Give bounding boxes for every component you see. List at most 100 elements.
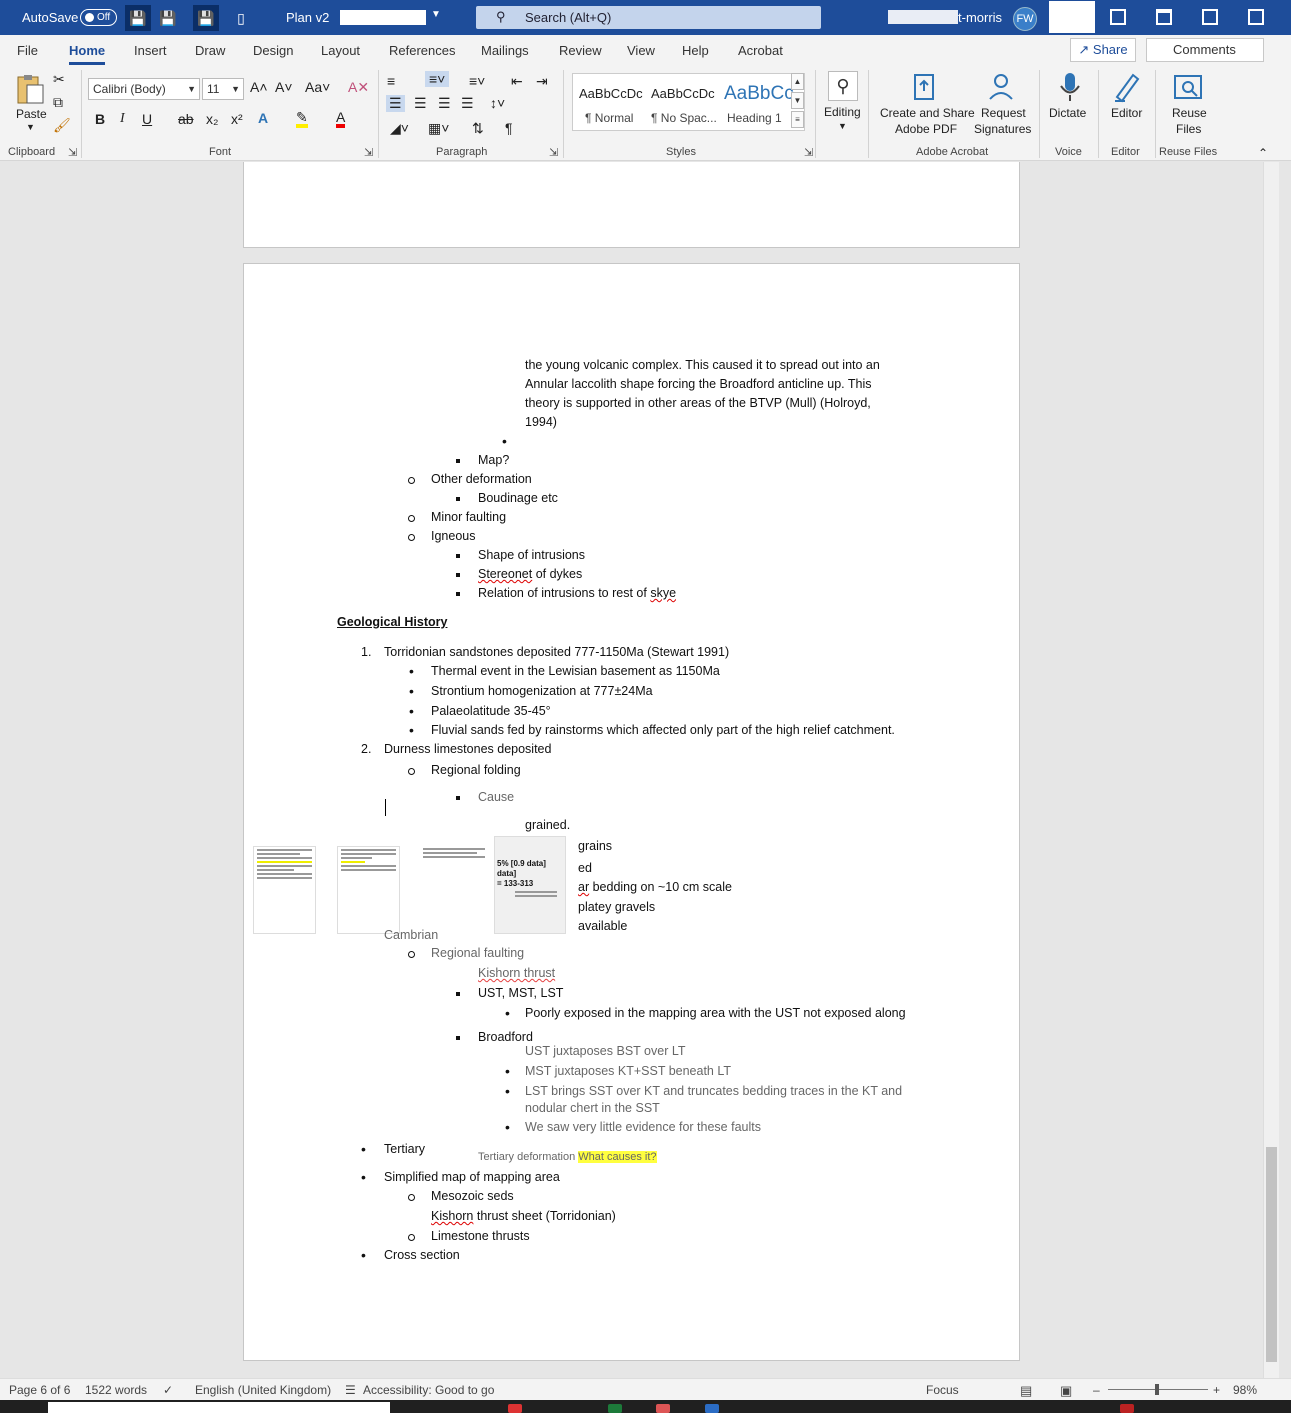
print-layout-icon[interactable]: ▣: [1060, 1383, 1072, 1399]
search-box[interactable]: ⚲ Search (Alt+Q): [476, 6, 821, 29]
tab-layout[interactable]: Layout: [321, 43, 360, 58]
style-heading1-name[interactable]: Heading 1: [727, 111, 782, 125]
line-spacing-icon[interactable]: ↕˅: [490, 95, 505, 111]
multilevel-list-icon[interactable]: ≡˅: [469, 73, 485, 89]
justify-icon[interactable]: ☰: [461, 95, 474, 112]
page-thumbnail[interactable]: [253, 846, 316, 934]
touch-mode-icon[interactable]: ▯: [228, 5, 254, 31]
underline-icon[interactable]: U: [142, 111, 152, 127]
numbering-icon[interactable]: ≡˅: [425, 71, 450, 87]
page-count[interactable]: Page 6 of 6: [9, 1383, 70, 1397]
request-sig-label-2[interactable]: Signatures: [974, 122, 1031, 136]
style-normal-preview[interactable]: AaBbCcDc: [579, 86, 643, 101]
clipboard-launcher-icon[interactable]: ⇲: [68, 146, 77, 159]
comments-button[interactable]: Comments: [1146, 38, 1264, 62]
vertical-scrollbar[interactable]: [1263, 162, 1279, 1378]
styles-scroll-up-icon[interactable]: ▲: [791, 73, 804, 90]
word-count[interactable]: 1522 words: [85, 1383, 147, 1397]
change-case-icon[interactable]: Aa˅: [305, 79, 330, 95]
sort-icon[interactable]: ⇅: [472, 120, 484, 137]
chevron-down-icon[interactable]: ▼: [838, 121, 847, 131]
editor-pen-icon[interactable]: [1111, 71, 1143, 103]
style-normal-name[interactable]: ¶ Normal: [585, 111, 633, 125]
tab-design[interactable]: Design: [253, 43, 293, 58]
decrease-indent-icon[interactable]: ⇤: [511, 73, 523, 90]
tab-mailings[interactable]: Mailings: [481, 43, 529, 58]
format-painter-icon[interactable]: 🖌: [53, 117, 71, 134]
reuse-files-icon[interactable]: [1172, 73, 1204, 105]
read-mode-icon[interactable]: ▤: [1020, 1383, 1032, 1399]
font-launcher-icon[interactable]: ⇲: [364, 146, 373, 159]
reuse-label[interactable]: Reuse: [1172, 106, 1207, 120]
styles-launcher-icon[interactable]: ⇲: [804, 146, 813, 159]
avatar[interactable]: FW: [1013, 7, 1037, 31]
document-page[interactable]: the young volcanic complex. This caused …: [243, 263, 1020, 1361]
focus-mode[interactable]: Focus: [926, 1383, 959, 1397]
close-icon[interactable]: [1248, 9, 1264, 25]
shading-icon[interactable]: ◢˅: [390, 120, 409, 137]
document-title[interactable]: Plan v2: [286, 10, 329, 25]
paragraph-launcher-icon[interactable]: ⇲: [549, 146, 558, 159]
page-thumbnail[interactable]: [337, 846, 400, 934]
styles-more-icon[interactable]: ≡: [791, 111, 804, 128]
italic-icon[interactable]: I: [120, 111, 125, 127]
misspelled-word[interactable]: Kishorn: [431, 1209, 473, 1223]
strikethrough-icon[interactable]: ab: [178, 111, 194, 127]
collapse-ribbon-icon[interactable]: ⌃: [1258, 146, 1268, 160]
tab-insert[interactable]: Insert: [134, 43, 167, 58]
align-left-icon[interactable]: ☰: [386, 95, 405, 112]
tab-home[interactable]: Home: [69, 43, 106, 65]
cut-icon[interactable]: ✂: [53, 71, 65, 88]
chevron-down-icon[interactable]: ▼: [431, 9, 441, 20]
copy-icon[interactable]: ⧉: [53, 94, 63, 111]
scrollbar-thumb[interactable]: [1266, 1147, 1277, 1362]
borders-icon[interactable]: ▦˅: [428, 120, 449, 137]
app-icon[interactable]: [1120, 1404, 1134, 1413]
create-share-label[interactable]: Create and Share: [880, 106, 975, 120]
align-center-icon[interactable]: ☰: [414, 95, 427, 112]
superscript-icon[interactable]: x²: [231, 111, 243, 127]
tab-help[interactable]: Help: [682, 43, 709, 58]
font-size-select[interactable]: 11 ▼: [202, 78, 244, 100]
zoom-out-icon[interactable]: –: [1093, 1383, 1100, 1397]
style-heading1-preview[interactable]: AaBbCc: [724, 83, 794, 105]
styles-scroll-down-icon[interactable]: ▼: [791, 92, 804, 109]
show-formatting-icon[interactable]: ¶: [505, 120, 513, 136]
create-share-label-2[interactable]: Adobe PDF: [895, 122, 957, 136]
share-button[interactable]: ↗ Share: [1070, 38, 1136, 62]
tab-draw[interactable]: Draw: [195, 43, 225, 58]
style-nospacing-preview[interactable]: AaBbCcDc: [651, 86, 715, 101]
style-nospacing-name[interactable]: ¶ No Spac...: [651, 111, 717, 125]
text-effects-icon[interactable]: A: [258, 110, 268, 126]
autosave-toggle[interactable]: Off: [80, 9, 117, 26]
bullets-icon[interactable]: ≡: [387, 73, 395, 89]
taskbar-search[interactable]: [48, 1402, 390, 1413]
reuse-label-2[interactable]: Files: [1176, 122, 1201, 136]
paste-icon[interactable]: [14, 73, 46, 105]
misspelled-word[interactable]: ar: [578, 880, 589, 894]
bold-icon[interactable]: B: [95, 111, 105, 127]
app-icon[interactable]: [656, 1404, 670, 1413]
page-thumbnail[interactable]: 5% [0.9 data] data] = 133-313: [494, 836, 566, 934]
word-icon[interactable]: [705, 1404, 719, 1413]
highlight-color-icon[interactable]: ✎: [296, 110, 308, 128]
paste-label[interactable]: Paste: [16, 107, 47, 121]
editing-label[interactable]: Editing: [824, 105, 861, 119]
tab-review[interactable]: Review: [559, 43, 602, 58]
save-icon[interactable]: 💾: [125, 5, 151, 31]
ribbon-display-icon[interactable]: [1110, 9, 1126, 25]
grow-font-icon[interactable]: A˄: [250, 79, 268, 95]
accessibility-status[interactable]: Accessibility: Good to go: [363, 1383, 494, 1397]
proofing-icon[interactable]: ✓: [163, 1383, 173, 1397]
font-color-icon[interactable]: A: [336, 110, 346, 128]
create-pdf-icon[interactable]: [909, 71, 941, 103]
zoom-slider-thumb[interactable]: [1155, 1384, 1159, 1395]
clear-formatting-icon[interactable]: A✕: [348, 79, 369, 96]
request-signatures-icon[interactable]: [985, 71, 1017, 103]
page-thumbnail[interactable]: [420, 846, 488, 868]
request-sig-label[interactable]: Request: [981, 106, 1026, 120]
editor-label[interactable]: Editor: [1111, 106, 1142, 120]
tab-acrobat[interactable]: Acrobat: [738, 43, 783, 58]
tab-references[interactable]: References: [389, 43, 455, 58]
tab-view[interactable]: View: [627, 43, 655, 58]
